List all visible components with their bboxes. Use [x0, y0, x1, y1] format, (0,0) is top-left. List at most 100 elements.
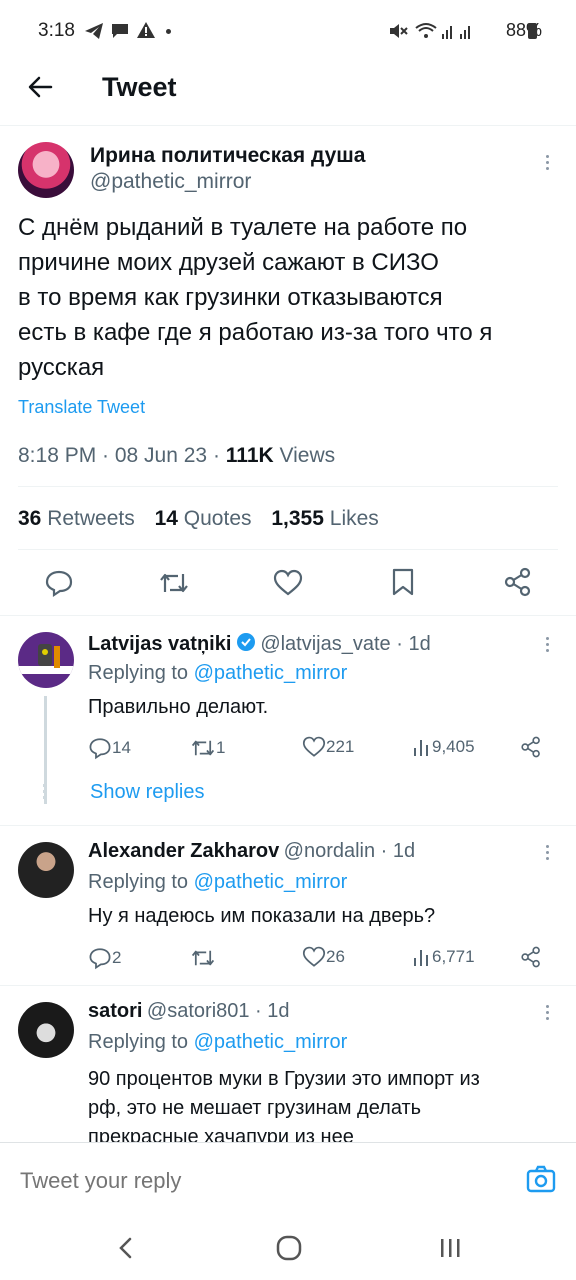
retweet-icon: [191, 950, 215, 966]
avatar[interactable]: [18, 632, 74, 688]
views-label: Views: [273, 444, 336, 467]
reply-button[interactable]: 2: [88, 946, 121, 970]
reply-count: 2: [112, 948, 122, 967]
status-bar: 3:18 88%: [0, 0, 576, 62]
reply-item[interactable]: Alexander Zakharov @nordalin · 1d Replyi…: [0, 826, 576, 984]
status-time: 3:18: [38, 20, 75, 41]
avatar[interactable]: [18, 142, 74, 198]
dot-icon: [166, 29, 171, 34]
reply-header: Alexander Zakharov @nordalin · 1d: [88, 840, 415, 863]
views-button[interactable]: 9,405: [412, 736, 475, 758]
nav-back-button[interactable]: [116, 1236, 136, 1265]
reply-author-name[interactable]: Latvijas vatņiki: [88, 633, 231, 655]
wifi-icon: [414, 22, 438, 45]
retweets-label: Retweets: [47, 507, 135, 530]
heart-icon: [302, 946, 326, 967]
like-count: 221: [326, 737, 355, 756]
heart-icon: [302, 736, 326, 757]
translate-link[interactable]: Translate Tweet: [18, 397, 145, 418]
reply-author-name[interactable]: Alexander Zakharov: [88, 840, 279, 862]
reply-text-line: рф, это не мешает грузинам делать: [88, 1097, 422, 1119]
back-button[interactable]: [24, 70, 58, 104]
more-connector-dots: [43, 784, 46, 799]
reply-button[interactable]: [44, 568, 74, 598]
warning-icon: [136, 21, 156, 44]
avatar[interactable]: [18, 1002, 74, 1058]
share-icon: [521, 946, 540, 968]
nav-recents-button[interactable]: [438, 1236, 462, 1265]
chevron-left-icon: [119, 1237, 132, 1259]
reply-actions: 2 26 6,771: [88, 946, 558, 972]
share-icon: [504, 567, 531, 597]
views-count: 6,771: [432, 947, 475, 966]
reply-handle[interactable]: @nordalin · 1d: [284, 840, 415, 862]
likes-label: Likes: [329, 507, 379, 530]
reply-icon: [89, 738, 111, 760]
like-count: 26: [326, 947, 345, 966]
bookmark-button[interactable]: [390, 567, 416, 597]
author-handle[interactable]: @pathetic_mirror: [90, 170, 251, 194]
retweet-button[interactable]: 1: [190, 736, 225, 760]
camera-button[interactable]: [526, 1165, 556, 1198]
message-icon: [110, 22, 130, 45]
author-name[interactable]: Ирина политическая душа: [90, 144, 365, 168]
replying-to-link[interactable]: @pathetic_mirror: [194, 1031, 348, 1053]
quotes-stat[interactable]: 14 Quotes: [155, 507, 252, 530]
replying-to: Replying to @pathetic_mirror: [88, 1031, 347, 1054]
like-button[interactable]: 221: [302, 736, 354, 758]
retweet-icon: [191, 740, 215, 756]
avatar-logo: [18, 644, 74, 674]
like-button[interactable]: [273, 569, 303, 597]
likes-stat[interactable]: 1,355 Likes: [271, 507, 378, 530]
system-nav-bar: [0, 1216, 576, 1280]
reply-input[interactable]: [18, 1163, 502, 1199]
more-options-icon[interactable]: [540, 842, 554, 863]
more-options-icon[interactable]: [540, 1002, 554, 1023]
reply-header: Latvijas vatņiki @latvijas_vate · 1d: [88, 632, 431, 657]
nav-home-button[interactable]: [276, 1235, 302, 1266]
tweet-text-line: русская: [18, 354, 105, 381]
tweet-meta: 8:18 PM · 08 Jun 23 · 111K Views: [18, 444, 335, 468]
share-button[interactable]: [520, 736, 542, 763]
timestamp: 8:18 PM · 08 Jun 23 ·: [18, 444, 226, 467]
retweet-button[interactable]: [190, 946, 216, 975]
share-button[interactable]: [503, 567, 533, 597]
reply-text: Ну я надеюсь им показали на дверь?: [88, 905, 436, 927]
tweet-text-line: причине моих друзей сажают в СИЗО: [18, 249, 439, 276]
replying-to-link[interactable]: @pathetic_mirror: [194, 871, 348, 893]
retweets-count: 36: [18, 507, 42, 530]
heart-icon: [273, 569, 303, 596]
views-icon: [414, 740, 428, 756]
avatar[interactable]: [18, 842, 74, 898]
like-button[interactable]: 26: [302, 946, 345, 968]
reply-icon: [89, 948, 111, 970]
retweet-button[interactable]: [158, 568, 190, 598]
replying-to-link[interactable]: @pathetic_mirror: [194, 662, 348, 684]
quotes-count: 14: [154, 507, 178, 530]
retweet-count: 1: [216, 738, 226, 757]
share-button[interactable]: [520, 946, 542, 973]
page-title: Tweet: [102, 72, 177, 102]
tweet-text: С днём рыданий в туалете на работе по пр…: [18, 210, 563, 385]
tweet-text-line: в то время как грузинки отказываются: [18, 284, 443, 311]
reply-author-name[interactable]: satori: [88, 1000, 142, 1022]
verified-badge-icon: [236, 632, 256, 657]
views-button[interactable]: 6,771: [412, 946, 475, 968]
mute-icon: [388, 22, 408, 45]
reply-button[interactable]: 14: [88, 736, 131, 760]
divider: [18, 486, 558, 487]
replying-to: Replying to @pathetic_mirror: [88, 871, 347, 894]
replying-to: Replying to @pathetic_mirror: [88, 662, 347, 685]
retweet-icon: [160, 573, 188, 593]
show-replies-link[interactable]: Show replies: [90, 781, 205, 804]
reply-item[interactable]: Latvijas vatņiki @latvijas_vate · 1d Rep…: [0, 616, 576, 824]
replying-prefix: Replying to: [88, 871, 194, 893]
reply-composer: [0, 1142, 576, 1217]
reply-handle[interactable]: @satori801 · 1d: [147, 1000, 290, 1022]
reply-item[interactable]: satori @satori801 · 1d Replying to @path…: [0, 986, 576, 1142]
retweets-stat[interactable]: 36 Retweets: [18, 507, 135, 530]
more-options-icon[interactable]: [540, 152, 554, 173]
reply-handle[interactable]: @latvijas_vate · 1d: [260, 633, 430, 655]
arrow-left-icon: [28, 76, 53, 98]
more-options-icon[interactable]: [540, 634, 554, 655]
